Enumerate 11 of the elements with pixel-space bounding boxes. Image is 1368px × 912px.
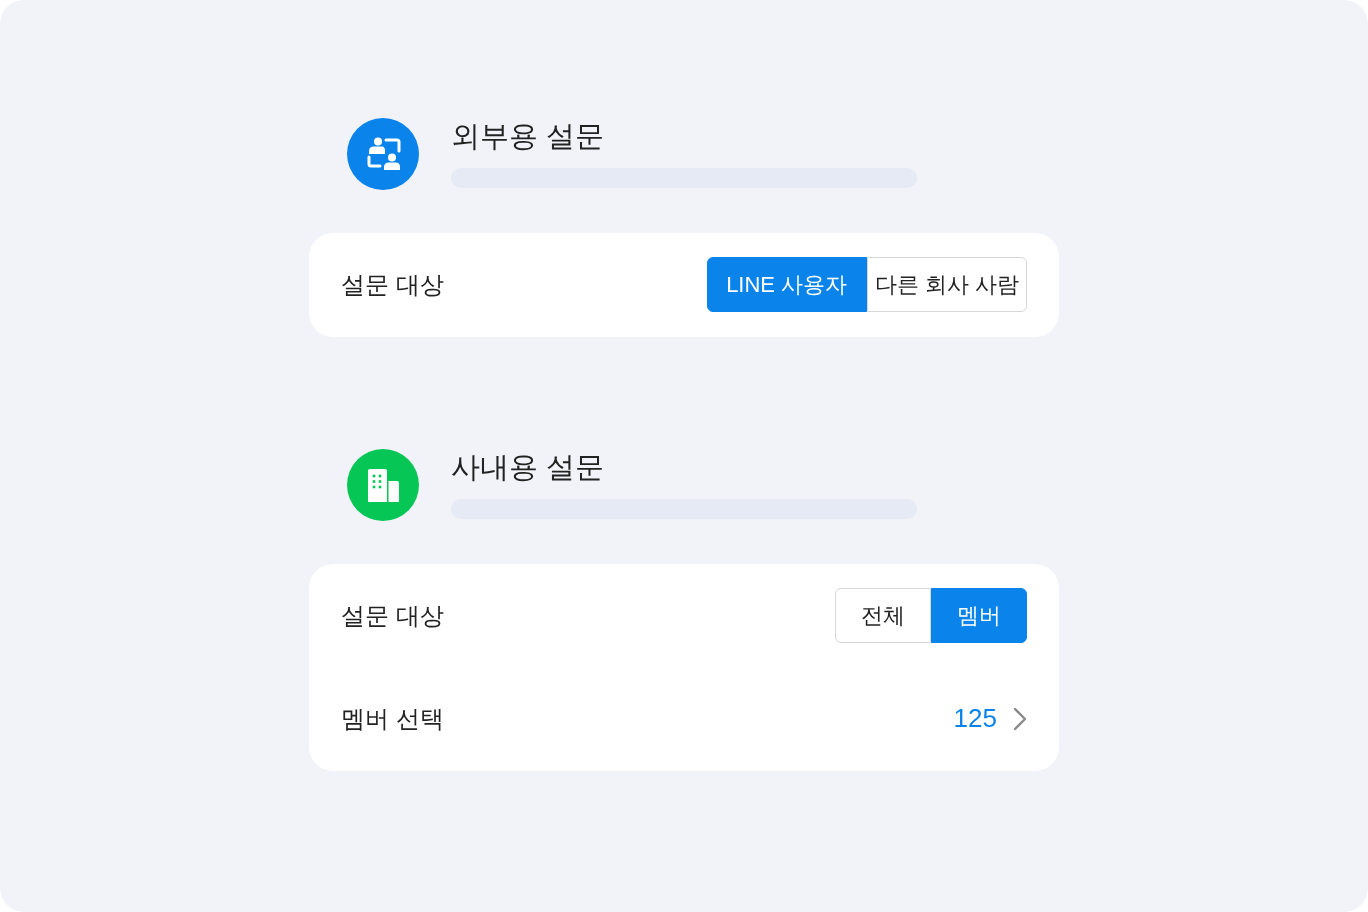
- row-label: 설문 대상: [341, 600, 444, 631]
- segment-option[interactable]: 다른 회사 사람: [866, 257, 1027, 312]
- section-title: 외부용 설문: [451, 119, 606, 154]
- section-title: 사내용 설문: [451, 450, 606, 485]
- member-count-link[interactable]: 125: [953, 703, 1027, 734]
- row-label: 설문 대상: [341, 269, 444, 300]
- segment-option[interactable]: LINE 사용자: [706, 257, 867, 312]
- segment-option[interactable]: 전체: [835, 588, 931, 643]
- chevron-right-icon: [1013, 706, 1027, 731]
- segment-option[interactable]: 멤버: [931, 588, 1027, 643]
- row-label: 멤버 선택: [341, 703, 444, 734]
